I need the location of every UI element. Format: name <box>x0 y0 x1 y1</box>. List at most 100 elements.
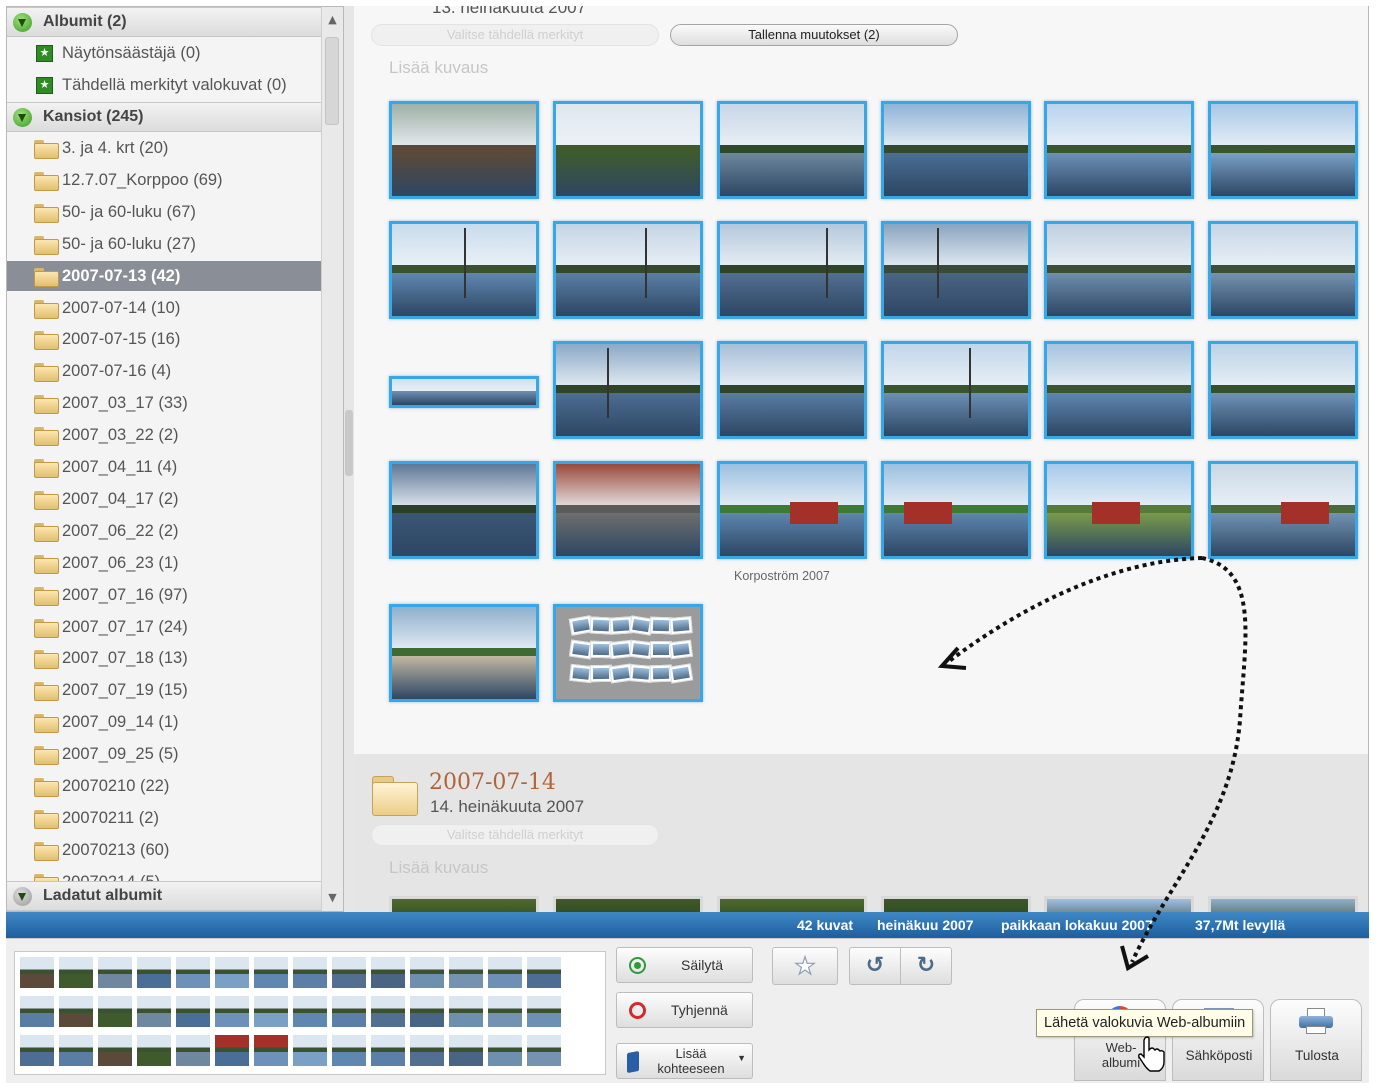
rotate-right-button[interactable]: ↻ <box>900 947 952 985</box>
tray-thumbnail[interactable] <box>448 1034 484 1067</box>
photo-thumbnail[interactable] <box>553 896 703 912</box>
tray-thumbnail[interactable] <box>526 995 562 1028</box>
add-to-button[interactable]: Lisää kohteeseen ▼ <box>616 1043 753 1079</box>
photo-thumbnail[interactable] <box>1208 896 1358 912</box>
tray-thumbnail[interactable] <box>214 995 250 1028</box>
sidebar-item-folder[interactable]: 20070213 (60) <box>7 835 321 865</box>
tray-thumbnail[interactable] <box>487 995 523 1028</box>
photo-thumbnail[interactable] <box>1044 896 1194 912</box>
select-starred-button[interactable]: Valitse tähdellä merkityt <box>371 824 659 846</box>
sidebar-item-folder[interactable]: 2007-07-14 (10) <box>7 293 321 323</box>
tray-thumbnail[interactable] <box>370 995 406 1028</box>
sidebar-item-folder[interactable]: 2007_07_18 (13) <box>7 643 321 673</box>
photo-thumbnail[interactable] <box>553 604 703 702</box>
tray-thumbnail[interactable] <box>487 956 523 989</box>
sidebar-scrollbar[interactable]: ▲ ▼ <box>321 7 343 911</box>
tray-thumbnail[interactable] <box>253 956 289 989</box>
tray-thumbnail[interactable] <box>292 956 328 989</box>
photo-thumbnail[interactable] <box>717 101 867 199</box>
tray-thumbnail[interactable] <box>136 956 172 989</box>
photo-thumbnail[interactable] <box>1044 341 1194 439</box>
photo-thumbnail[interactable] <box>389 376 539 408</box>
photo-thumbnail[interactable] <box>389 221 539 319</box>
photo-thumbnail[interactable] <box>717 461 867 559</box>
tray-thumbnail[interactable] <box>58 995 94 1028</box>
tray-thumbnail[interactable] <box>19 956 55 989</box>
tray-thumbnail[interactable] <box>331 995 367 1028</box>
tray-thumbnail[interactable] <box>409 956 445 989</box>
splitter-grip[interactable] <box>345 410 353 476</box>
albums-section-header[interactable]: Albumit (2) <box>7 7 321 37</box>
clear-button[interactable]: Tyhjennä <box>616 992 753 1028</box>
photo-thumbnail[interactable] <box>881 101 1031 199</box>
photo-thumbnail[interactable] <box>1044 221 1194 319</box>
sidebar-item-folder[interactable]: 2007_09_14 (1) <box>7 707 321 737</box>
photo-thumbnail[interactable] <box>1044 461 1194 559</box>
sidebar-item-folder[interactable]: 2007_07_17 (24) <box>7 612 321 642</box>
sidebar-item-folder[interactable]: 20070210 (22) <box>7 771 321 801</box>
scroll-down-icon[interactable]: ▼ <box>322 887 343 909</box>
uploaded-albums-section-header[interactable]: Ladatut albumit <box>7 881 321 911</box>
chevron-down-icon[interactable] <box>13 108 32 127</box>
tray-thumbnail[interactable] <box>448 995 484 1028</box>
photo-thumbnail[interactable] <box>1208 221 1358 319</box>
tray-thumbnail[interactable] <box>175 995 211 1028</box>
tray-thumbnail[interactable] <box>253 1034 289 1067</box>
tray-thumbnail[interactable] <box>214 1034 250 1067</box>
tray-thumbnail[interactable] <box>175 956 211 989</box>
sidebar-item-folder[interactable]: 2007_07_16 (97) <box>7 580 321 610</box>
photo-thumbnail[interactable] <box>389 604 539 702</box>
tray-thumbnail[interactable] <box>331 956 367 989</box>
photo-thumbnail[interactable] <box>717 221 867 319</box>
photo-thumbnail[interactable] <box>553 461 703 559</box>
tray-thumbnail-strip[interactable] <box>14 951 606 1075</box>
photo-thumbnail[interactable] <box>717 896 867 912</box>
photo-thumbnail[interactable] <box>389 101 539 199</box>
tray-thumbnail[interactable] <box>292 995 328 1028</box>
sidebar-item-folder[interactable]: 2007_09_25 (5) <box>7 739 321 769</box>
photo-thumbnail[interactable] <box>1208 461 1358 559</box>
photo-thumbnail[interactable] <box>553 341 703 439</box>
sidebar-item-folder[interactable]: 50- ja 60-luku (27) <box>7 229 321 259</box>
photo-thumbnail[interactable] <box>1044 101 1194 199</box>
select-starred-button[interactable]: Valitse tähdellä merkityt <box>371 24 659 46</box>
panel-splitter[interactable] <box>344 6 354 912</box>
photo-thumbnail[interactable] <box>881 221 1031 319</box>
sidebar-item-folder[interactable]: 20070211 (2) <box>7 803 321 833</box>
photo-thumbnail[interactable] <box>1208 341 1358 439</box>
tray-thumbnail[interactable] <box>97 956 133 989</box>
tray-thumbnail[interactable] <box>409 995 445 1028</box>
rotate-left-button[interactable]: ↺ <box>849 947 901 985</box>
photo-thumbnail[interactable] <box>717 341 867 439</box>
sidebar-item-folder[interactable]: 2007_03_17 (33) <box>7 388 321 418</box>
add-description-field[interactable]: Lisää kuvaus <box>389 858 488 878</box>
tray-thumbnail[interactable] <box>136 995 172 1028</box>
photo-thumbnail[interactable] <box>389 896 539 912</box>
photo-thumbnail[interactable] <box>881 461 1031 559</box>
album-item-screensaver[interactable]: ★ Näytönsäästäjä (0) <box>7 38 321 68</box>
tray-thumbnail[interactable] <box>526 1034 562 1067</box>
tray-thumbnail[interactable] <box>97 995 133 1028</box>
sidebar-item-folder[interactable]: 50- ja 60-luku (67) <box>7 197 321 227</box>
sidebar-item-folder[interactable]: 12.7.07_Korppoo (69) <box>7 165 321 195</box>
add-description-field[interactable]: Lisää kuvaus <box>389 58 488 78</box>
tray-thumbnail[interactable] <box>58 1034 94 1067</box>
tray-thumbnail[interactable] <box>19 995 55 1028</box>
photo-thumbnail[interactable] <box>881 341 1031 439</box>
sidebar-item-folder[interactable]: 3. ja 4. krt (20) <box>7 133 321 163</box>
scrollbar-thumb[interactable] <box>325 37 339 125</box>
tray-thumbnail[interactable] <box>487 1034 523 1067</box>
scroll-up-icon[interactable]: ▲ <box>322 9 343 31</box>
tray-thumbnail[interactable] <box>58 956 94 989</box>
tray-thumbnail[interactable] <box>253 995 289 1028</box>
sidebar-item-folder[interactable]: 2007_03_22 (2) <box>7 420 321 450</box>
chevron-down-icon[interactable] <box>13 887 32 906</box>
sidebar-item-folder[interactable]: 2007_06_22 (2) <box>7 516 321 546</box>
sidebar-item-folder[interactable]: 2007_04_17 (2) <box>7 484 321 514</box>
keep-button[interactable]: Säilytä <box>616 947 753 983</box>
sidebar-item-folder[interactable]: 2007-07-16 (4) <box>7 356 321 386</box>
tray-thumbnail[interactable] <box>19 1034 55 1067</box>
tray-thumbnail[interactable] <box>370 1034 406 1067</box>
album-item-starred[interactable]: ★ Tähdellä merkityt valokuvat (0) <box>7 70 321 100</box>
tray-thumbnail[interactable] <box>292 1034 328 1067</box>
